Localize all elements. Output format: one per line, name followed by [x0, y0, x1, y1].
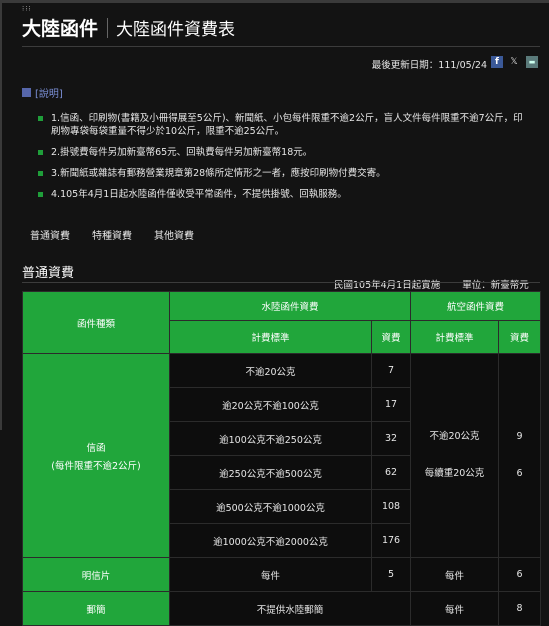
- postcard-air-standard: 每件: [410, 557, 500, 592]
- last-updated-label: 最後更新日期：: [371, 60, 439, 71]
- aerogramme-surface-standard: 不提供水陸郵簡: [168, 591, 412, 626]
- air-fee-cell: 9 6: [498, 353, 542, 558]
- notes-square-icon: [22, 88, 31, 97]
- aerogramme-air-fee: 8: [498, 591, 542, 626]
- postcard-air-fee: 6: [498, 557, 542, 592]
- tab-general-rates[interactable]: 普通資費: [22, 224, 78, 245]
- aerogramme-type: 郵簡: [22, 591, 170, 626]
- note-item: 1.信函、印刷物(書籍及小冊得展至5公斤)、新聞紙、小包每件限重不逾2公斤，盲人…: [38, 112, 530, 138]
- tab-other-rates[interactable]: 其他資費: [146, 224, 202, 245]
- page-title-main: 大陸函件: [22, 18, 99, 40]
- rate-tabs: 普通資費 特種資費 其他資費: [22, 224, 208, 245]
- tab-special-rates[interactable]: 特種資費: [84, 224, 140, 245]
- bullet-icon: [38, 171, 43, 176]
- surface-fee: 7: [370, 353, 412, 388]
- air-standard-cell: 不逾20公克 每續重20公克: [410, 353, 500, 558]
- title-underline: [22, 46, 540, 47]
- bullet-icon: [38, 116, 43, 121]
- header-air-fee: 資費: [498, 320, 542, 354]
- note-text: 2.掛號費每件另加新臺幣65元、回執費每件另加新臺幣18元。: [51, 147, 313, 158]
- header-surface-rates: 水陸函件資費: [168, 291, 412, 321]
- aerogramme-air-standard: 每件: [410, 591, 500, 626]
- bullet-icon: [38, 150, 43, 155]
- air-standard-additional: 每續重20公克: [424, 468, 485, 479]
- facebook-icon[interactable]: f: [491, 56, 503, 68]
- left-scroll-edge: [0, 0, 2, 430]
- postcard-surface-fee: 5: [370, 557, 412, 592]
- x-twitter-icon[interactable]: 𝕏: [508, 56, 520, 68]
- surface-standard: 逾500公克不逾1000公克: [169, 489, 372, 524]
- table-row: 明信片 每件 5 每件 6: [22, 557, 542, 592]
- surface-fee: 62: [370, 455, 412, 490]
- section-title: 普通資費: [22, 266, 75, 281]
- surface-standard: 逾250公克不逾500公克: [169, 455, 372, 490]
- surface-fee: 32: [370, 421, 412, 456]
- note-item: 2.掛號費每件另加新臺幣65元、回執費每件另加新臺幣18元。: [38, 146, 530, 159]
- postcard-type: 明信片: [22, 557, 170, 592]
- notes-list: 1.信函、印刷物(書籍及小冊得展至5公斤)、新聞紙、小包每件限重不逾2公斤，盲人…: [38, 112, 530, 209]
- note-item: 4.105年4月1日起水陸函件僅收受平常函件，不提供掛號、回執服務。: [38, 188, 530, 201]
- title-divider: [107, 17, 109, 38]
- note-text: 4.105年4月1日起水陸函件僅收受平常函件，不提供掛號、回執服務。: [51, 189, 347, 200]
- header-air-standard: 計費標準: [410, 320, 500, 354]
- surface-standard: 不逾20公克: [169, 353, 372, 388]
- letter-weight-note: (每件限重不逾2公斤): [51, 460, 141, 472]
- header-air-rates: 航空函件資費: [410, 291, 542, 321]
- header-surface-standard: 計費標準: [169, 320, 372, 354]
- notes-title: [說明]: [35, 89, 63, 100]
- note-text: 3.新聞紙或雜誌有郵務營業規章第28條所定情形之一者，應按印刷物付費交寄。: [51, 168, 386, 179]
- page-title-sub: 大陸函件資費表: [116, 20, 236, 40]
- last-updated-date: 111/05/24: [438, 60, 487, 71]
- section-underline: [22, 282, 540, 283]
- table-meta: 民國105年4月1日起實施 單位：新臺幣元: [334, 277, 529, 291]
- table-row: 信函 (每件限重不逾2公斤) 不逾20公克 7 不逾20公克 每續重20公克 9…: [22, 353, 542, 558]
- surface-standard: 逾100公克不逾250公克: [169, 421, 372, 456]
- bullet-icon: [38, 192, 43, 197]
- header-mail-type: 函件種類: [22, 291, 170, 354]
- line-icon[interactable]: ▬: [526, 56, 538, 68]
- surface-fee: 108: [370, 489, 412, 524]
- note-text: 1.信函、印刷物(書籍及小冊得展至5公斤)、新聞紙、小包每件限重不逾2公斤，盲人…: [51, 113, 523, 137]
- letter-type-cell: 信函 (每件限重不逾2公斤): [22, 353, 170, 558]
- table-row: 郵簡 不提供水陸郵簡 每件 8: [22, 591, 542, 626]
- surface-standard: 逾1000公克不逾2000公克: [169, 523, 372, 558]
- air-fee-first: 9: [516, 431, 523, 442]
- postcard-surface-standard: 每件: [169, 557, 372, 592]
- air-fee-additional: 6: [516, 468, 523, 479]
- letter-type: 信函: [86, 442, 106, 454]
- surface-fee: 176: [370, 523, 412, 558]
- rate-table: 函件種類 水陸函件資費 航空函件資費 計費標準 資費 計費標準 資費 信函 (每…: [22, 291, 542, 626]
- note-item: 3.新聞紙或雜誌有郵務營業規章第28條所定情形之一者，應按印刷物付費交寄。: [38, 167, 530, 180]
- page-title: 大陸函件 大陸函件資費表: [22, 14, 235, 41]
- menu-icon[interactable]: ⁝⁝⁝: [22, 5, 32, 13]
- surface-standard: 逾20公克不逾100公克: [169, 387, 372, 422]
- air-standard-first: 不逾20公克: [429, 431, 480, 442]
- surface-fee: 17: [370, 387, 412, 422]
- header-surface-fee: 資費: [370, 320, 412, 354]
- notes-header: [說明]: [22, 85, 63, 100]
- top-bar: [0, 0, 549, 3]
- last-updated: 最後更新日期：111/05/24: [372, 57, 487, 71]
